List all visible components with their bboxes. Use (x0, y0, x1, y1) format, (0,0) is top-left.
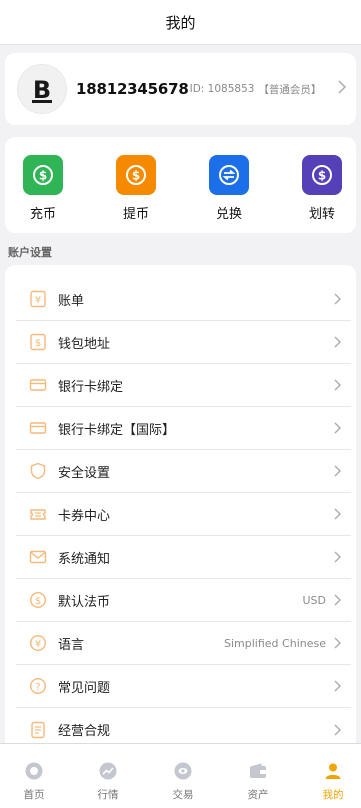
question-icon: ? (28, 676, 48, 696)
nav-assets[interactable]: 资产 (228, 760, 288, 802)
brand-logo-icon: B (32, 76, 52, 104)
menu-label: 安全设置 (58, 465, 111, 481)
nav-mine[interactable]: 我的 (303, 760, 361, 802)
nav-home[interactable]: 首页 (4, 760, 64, 802)
bill-icon: ¥ (28, 289, 48, 309)
svg-text:$: $ (132, 169, 140, 183)
section-title: 账户设置 (8, 246, 52, 259)
dollar-circle-icon: $ (23, 155, 63, 195)
profile-card[interactable]: B 18812345678 ID: 1085853 【普通会员】 (5, 53, 356, 125)
chevron-right-icon (334, 336, 341, 348)
action-transfer[interactable]: $ 划转 (292, 155, 352, 222)
chevron-right-icon (338, 80, 346, 94)
menu-label: 默认法币 (58, 594, 111, 610)
wallet-icon (247, 760, 269, 782)
menu-label: 账单 (58, 293, 85, 309)
home-icon (23, 760, 45, 782)
menu-label: 常见问题 (58, 680, 111, 696)
menu-item-default-currency[interactable]: $ 默认法币 USD (16, 579, 351, 622)
menu-item-language[interactable]: ¥ 语言 Simplified Chinese (16, 622, 351, 665)
action-label: 充币 (29, 207, 56, 222)
menu-label: 经营合规 (58, 724, 111, 739)
svg-text:$: $ (35, 338, 41, 349)
menu-item-wallet-address[interactable]: $ 钱包地址 (16, 321, 351, 364)
menu-label: 钱包地址 (58, 336, 111, 352)
bank-card-icon (28, 375, 48, 395)
svg-text:$: $ (39, 169, 47, 183)
chevron-right-icon (334, 422, 341, 434)
currency-icon: $ (28, 590, 48, 610)
user-id: ID: 1085853 (189, 83, 255, 95)
action-label: 提币 (122, 207, 149, 222)
dollar-circle-icon: $ (302, 155, 342, 195)
nav-label: 行情 (97, 789, 119, 801)
chevron-right-icon (334, 465, 341, 477)
svg-text:?: ? (35, 682, 40, 693)
menu-value: Simplified Chinese (224, 636, 326, 650)
menu-label: 卡券中心 (58, 508, 111, 524)
compliance-icon (28, 720, 48, 740)
svg-text:$: $ (318, 169, 326, 183)
user-icon (322, 760, 344, 782)
shield-icon (28, 461, 48, 481)
mail-icon (28, 547, 48, 567)
action-withdraw[interactable]: $ 提币 (106, 155, 166, 222)
avatar: B (17, 64, 67, 114)
menu-item-coupon[interactable]: 卡券中心 (16, 493, 351, 536)
menu-label: 系统通知 (58, 551, 111, 567)
wallet-address-icon: $ (28, 332, 48, 352)
action-label: 划转 (308, 207, 335, 222)
phone-number: 18812345678 (76, 80, 189, 98)
nav-trade[interactable]: 交易 (153, 760, 213, 802)
chevron-right-icon (334, 680, 341, 692)
trade-icon (172, 760, 194, 782)
chevron-right-icon (334, 508, 341, 520)
menu-item-faq[interactable]: ? 常见问题 (16, 665, 351, 708)
svg-text:¥: ¥ (35, 295, 41, 306)
svg-text:$: $ (35, 596, 41, 607)
quick-actions: $ 充币 $ 提币 兑换 $ 划转 (5, 137, 356, 233)
action-exchange[interactable]: 兑换 (199, 155, 259, 222)
nav-label: 我的 (322, 789, 344, 801)
chevron-right-icon (334, 724, 341, 736)
dollar-circle-icon: $ (116, 155, 156, 195)
menu-item-bill[interactable]: ¥ 账单 (16, 278, 351, 321)
menu-label: 银行卡绑定【国际】 (58, 422, 176, 438)
svg-text:B: B (33, 76, 51, 104)
menu-item-security[interactable]: 安全设置 (16, 450, 351, 493)
chevron-right-icon (334, 594, 341, 606)
menu-label: 银行卡绑定 (58, 379, 124, 395)
menu-label: 语言 (58, 637, 85, 653)
chevron-right-icon (334, 637, 341, 649)
chevron-right-icon (334, 551, 341, 563)
coupon-icon (28, 504, 48, 524)
action-deposit[interactable]: $ 充币 (13, 155, 73, 222)
chevron-right-icon (334, 293, 341, 305)
bank-card-icon (28, 418, 48, 438)
page-title: 我的 (165, 13, 196, 32)
market-icon (97, 760, 119, 782)
menu-value: USD (302, 593, 326, 607)
screen: 我的 B 18812345678 ID: 1085853 【普通会员】 $ 充币… (0, 0, 361, 808)
app-header: 我的 (0, 0, 361, 45)
nav-label: 首页 (23, 789, 45, 801)
settings-menu: ¥ 账单 $ 钱包地址 银行卡绑定 银行卡绑定【国际】 安全设置 卡券中心 系统… (5, 265, 356, 755)
svg-text:¥: ¥ (35, 639, 41, 650)
member-level-badge: 【普通会员】 (258, 83, 322, 96)
bottom-nav: 首页 行情 交易 资产 我的 (0, 743, 361, 808)
menu-item-notifications[interactable]: 系统通知 (16, 536, 351, 579)
language-icon: ¥ (28, 633, 48, 653)
exchange-icon (209, 155, 249, 195)
nav-market[interactable]: 行情 (78, 760, 138, 802)
action-label: 兑换 (215, 207, 242, 222)
nav-label: 交易 (172, 789, 194, 801)
nav-label: 资产 (247, 789, 269, 801)
menu-item-bank-card[interactable]: 银行卡绑定 (16, 364, 351, 407)
menu-item-bank-card-intl[interactable]: 银行卡绑定【国际】 (16, 407, 351, 450)
chevron-right-icon (334, 379, 341, 391)
